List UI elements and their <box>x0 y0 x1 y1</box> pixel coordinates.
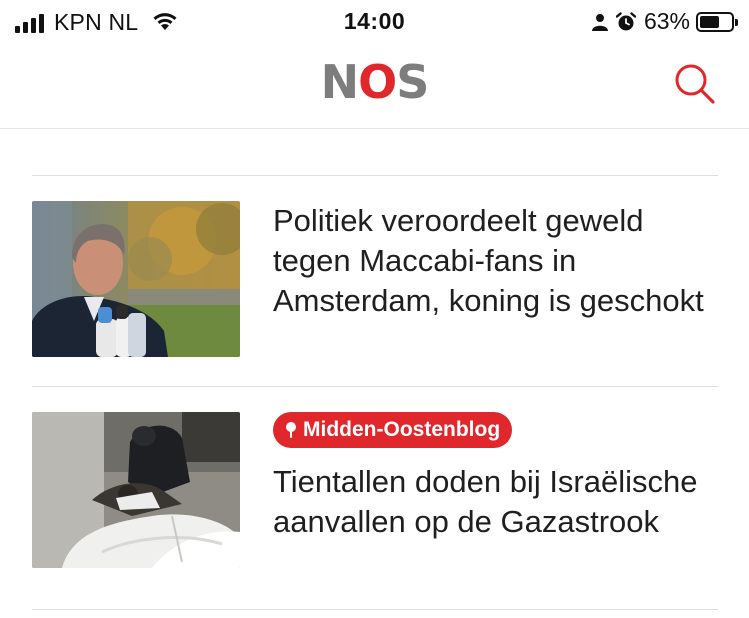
article-card[interactable]: Midden-Oostenblog Tientallen doden bij I… <box>32 412 718 592</box>
nos-logo[interactable]: NOS <box>0 56 749 108</box>
search-button[interactable] <box>671 60 719 108</box>
logo-letter-n: N <box>320 55 359 109</box>
alarm-icon <box>615 11 636 32</box>
feed-divider <box>32 386 718 387</box>
pin-icon <box>285 421 297 439</box>
article-image[interactable] <box>32 201 240 357</box>
feed-divider <box>32 175 718 176</box>
article-body: Midden-Oostenblog Tientallen doden bij I… <box>273 412 718 542</box>
search-icon <box>675 64 715 104</box>
article-headline[interactable]: Tientallen doden bij Israëlische aanvall… <box>273 462 718 542</box>
app-header: NOS <box>0 42 749 129</box>
logo-letter-o: O <box>358 55 397 109</box>
feed-divider <box>32 609 718 610</box>
battery-percent: 63% <box>643 8 690 34</box>
blog-tag[interactable]: Midden-Oostenblog <box>273 412 513 448</box>
battery-fill <box>700 15 719 28</box>
battery-cap <box>735 18 738 26</box>
person-icon <box>591 13 608 31</box>
blog-tag-label: Midden-Oostenblog <box>303 418 501 441</box>
status-bar: KPN NL 14:00 63% <box>0 0 749 42</box>
article-image[interactable] <box>32 412 240 568</box>
article-body: Politiek veroordeelt geweld tegen Maccab… <box>273 201 718 321</box>
article-headline[interactable]: Politiek veroordeelt geweld tegen Maccab… <box>273 201 718 321</box>
logo-letter-s: S <box>396 55 429 109</box>
nos-app-screen: KPN NL 14:00 63% NOS Politiek veroordeel… <box>0 0 749 618</box>
status-right: 63% <box>591 8 738 35</box>
battery-icon <box>696 11 738 32</box>
article-card[interactable]: Politiek veroordeelt geweld tegen Maccab… <box>32 201 718 361</box>
